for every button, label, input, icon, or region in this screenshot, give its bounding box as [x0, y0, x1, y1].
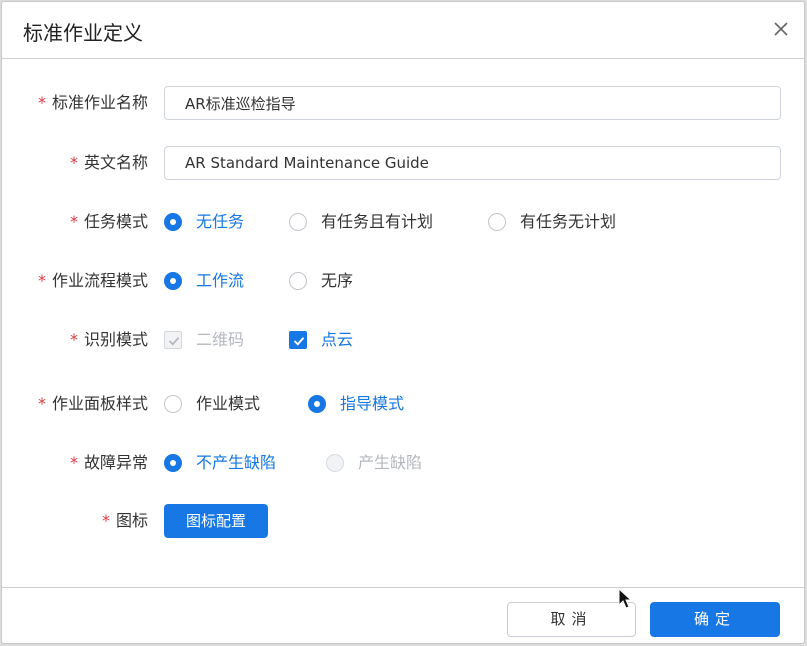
- required-mark: *: [37, 394, 46, 413]
- standard-job-dialog: 标准作业定义 *标准作业名称 *英文名称 *任务模式 无任务 有任务且有计划 有…: [1, 1, 805, 644]
- required-mark: *: [69, 453, 78, 472]
- icon-row: * 图标 图标配置: [2, 504, 804, 538]
- name-label: * 标准作业名称: [37, 93, 148, 112]
- radio-selected-icon: [164, 213, 182, 231]
- task-mode-row: * 任务模式 无任务 有任务且有计划 有任务无计划: [2, 205, 804, 239]
- confirm-button[interactable]: 确定: [650, 602, 780, 637]
- radio-unselected-icon: [289, 213, 307, 231]
- close-icon[interactable]: [770, 18, 792, 40]
- english-name-input[interactable]: [164, 146, 781, 180]
- required-mark: *: [69, 153, 78, 172]
- recognition-mode-row: * 识别模式 二维码 点云: [2, 323, 804, 357]
- cancel-button[interactable]: 取消: [507, 602, 636, 637]
- flow-mode-row: * 作业流程模式 工作流 无序: [2, 264, 804, 298]
- required-mark: *: [37, 93, 46, 112]
- icon-config-button[interactable]: 图标配置: [164, 504, 268, 538]
- task-mode-label: * 任务模式: [69, 212, 148, 231]
- required-mark: *: [69, 330, 78, 349]
- mouse-cursor-icon: [618, 587, 634, 614]
- name-input[interactable]: [164, 86, 781, 120]
- required-mark: *: [37, 271, 46, 290]
- radio-disabled-icon: [326, 454, 344, 472]
- name-row: * 标准作业名称: [2, 86, 804, 120]
- radio-selected-icon: [164, 454, 182, 472]
- english-name-row: * 英文名称: [2, 146, 804, 180]
- panel-style-label: * 作业面板样式: [37, 394, 148, 413]
- required-mark: *: [69, 212, 78, 231]
- required-mark: *: [101, 511, 110, 530]
- radio-unselected-icon: [289, 272, 307, 290]
- checkbox-disabled-checked-icon: [164, 331, 182, 349]
- dialog-header: 标准作业定义: [2, 2, 804, 59]
- fault-row: * 故障异常 不产生缺陷 产生缺陷: [2, 446, 804, 480]
- flow-mode-label: * 作业流程模式: [37, 271, 148, 290]
- checkbox-checked-icon: [289, 331, 307, 349]
- english-name-label: * 英文名称: [69, 153, 148, 172]
- recognition-mode-label: * 识别模式: [69, 330, 148, 349]
- radio-unselected-icon: [488, 213, 506, 231]
- panel-style-row: * 作业面板样式 作业模式 指导模式: [2, 387, 804, 421]
- icon-label: * 图标: [101, 511, 148, 530]
- radio-unselected-icon: [164, 395, 182, 413]
- dialog-title: 标准作业定义: [23, 21, 143, 45]
- radio-selected-icon: [164, 272, 182, 290]
- radio-selected-icon: [308, 395, 326, 413]
- fault-label: * 故障异常: [69, 453, 148, 472]
- dialog-footer: 取消 确定: [2, 587, 804, 643]
